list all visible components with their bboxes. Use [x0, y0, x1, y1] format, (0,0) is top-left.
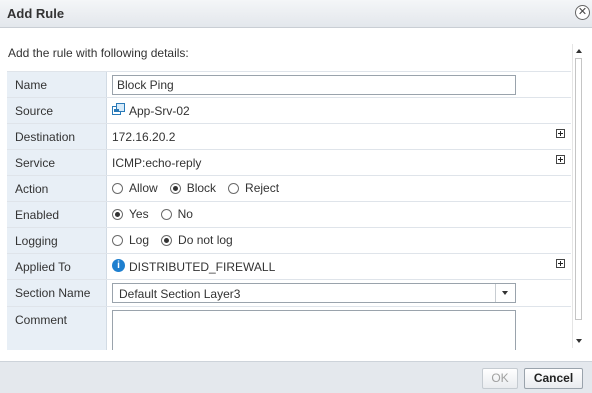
comment-label: Comment	[7, 307, 107, 350]
action-block-radio[interactable]: Block	[169, 181, 216, 195]
section-name-label: Section Name	[7, 280, 107, 306]
applied-to-value[interactable]: DISTRIBUTED_FIREWALL	[129, 260, 275, 274]
dialog-titlebar: Add Rule ✕	[0, 0, 592, 28]
service-value[interactable]: ICMP:echo-reply	[112, 156, 201, 170]
radio-unchecked-icon	[228, 182, 240, 194]
radio-unchecked-icon	[160, 208, 172, 220]
destination-expand-icon[interactable]	[556, 129, 565, 138]
chevron-down-icon[interactable]	[495, 284, 515, 302]
row-enabled: Enabled Yes No	[7, 202, 571, 228]
radio-unchecked-icon	[112, 182, 123, 194]
scroll-thumb[interactable]	[575, 58, 582, 320]
logging-do-not-log-radio[interactable]: Do not log	[161, 233, 233, 247]
row-applied-to: Applied To i DISTRIBUTED_FIREWALL	[7, 254, 571, 280]
name-input[interactable]	[112, 75, 516, 95]
dialog-footer: OK Cancel	[0, 361, 592, 393]
row-destination: Destination 172.16.20.2	[7, 124, 571, 150]
cancel-button[interactable]: Cancel	[524, 368, 583, 389]
action-radio-group: Allow Block Reject	[112, 181, 291, 195]
radio-unchecked-icon	[112, 234, 123, 246]
row-action: Action Allow Block Reject	[7, 176, 571, 202]
radio-checked-icon	[112, 208, 123, 220]
logging-radio-group: Log Do not log	[112, 233, 245, 247]
row-source: Source App-Srv-02	[7, 98, 571, 124]
action-reject-radio[interactable]: Reject	[228, 181, 279, 195]
applied-to-expand-icon[interactable]	[556, 259, 565, 268]
row-name: Name	[7, 72, 571, 98]
scroll-down-icon[interactable]	[574, 336, 584, 346]
logging-log-radio[interactable]: Log	[112, 233, 149, 247]
source-label: Source	[7, 98, 107, 123]
applied-to-label: Applied To	[7, 254, 107, 279]
intro-text: Add the rule with following details:	[8, 46, 189, 60]
service-expand-icon[interactable]	[556, 155, 565, 164]
service-label: Service	[7, 150, 107, 175]
row-service: Service ICMP:echo-reply	[7, 150, 571, 176]
vm-icon	[112, 103, 125, 115]
info-icon: i	[112, 259, 125, 272]
radio-checked-icon	[169, 182, 181, 194]
close-icon[interactable]: ✕	[575, 5, 590, 20]
destination-label: Destination	[7, 124, 107, 149]
form-scrollbar[interactable]	[572, 44, 584, 348]
action-label: Action	[7, 176, 107, 201]
ok-button[interactable]: OK	[482, 368, 518, 389]
name-label: Name	[7, 72, 107, 97]
section-name-value: Default Section Layer3	[119, 287, 241, 301]
enabled-no-radio[interactable]: No	[160, 207, 193, 221]
section-name-select[interactable]: Default Section Layer3	[112, 283, 516, 303]
comment-textarea[interactable]	[112, 310, 516, 350]
rule-form: Name Source App-Srv-02 Destination 172.1…	[7, 71, 571, 350]
source-value[interactable]: App-Srv-02	[129, 104, 190, 118]
radio-checked-icon	[161, 234, 173, 246]
row-logging: Logging Log Do not log	[7, 228, 571, 254]
enabled-yes-radio[interactable]: Yes	[112, 207, 149, 221]
destination-value[interactable]: 172.16.20.2	[112, 130, 175, 144]
action-allow-radio[interactable]: Allow	[112, 181, 158, 195]
row-comment: Comment	[7, 307, 571, 350]
enabled-radio-group: Yes No	[112, 207, 205, 221]
row-section-name: Section Name Default Section Layer3	[7, 280, 571, 307]
enabled-label: Enabled	[7, 202, 107, 227]
dialog-title: Add Rule	[7, 6, 65, 21]
scroll-up-icon[interactable]	[574, 46, 584, 56]
logging-label: Logging	[7, 228, 107, 253]
